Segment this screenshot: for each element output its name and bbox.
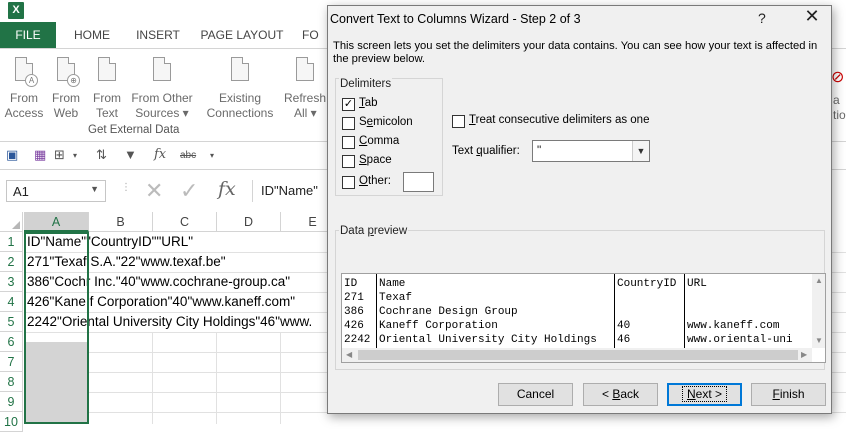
delimiters-legend: Delimiters	[339, 78, 393, 90]
access-file-icon: A	[9, 55, 39, 89]
name-box[interactable]: A1 ▼	[6, 180, 106, 202]
preview-vertical-scrollbar[interactable]: ▲ ▼	[812, 274, 825, 348]
close-icon[interactable]: ✕	[799, 6, 825, 27]
get-external-data-label: Get External Data	[88, 124, 180, 136]
other-checkbox[interactable]	[342, 176, 355, 189]
save-icon[interactable]: ▣	[6, 147, 18, 163]
row-header-10[interactable]: 10	[0, 412, 23, 432]
from-web-button[interactable]: ⊕ From Web	[48, 55, 84, 121]
text-qualifier-label: Text qualifier:	[452, 145, 520, 157]
confirm-entry-icon[interactable]: ✓	[180, 178, 198, 204]
tab-home[interactable]: HOME	[66, 22, 118, 48]
dialog-title: Convert Text to Columns Wizard - Step 2 …	[330, 12, 581, 26]
help-icon[interactable]: ?	[758, 10, 766, 26]
row-header-3[interactable]: 3	[0, 272, 23, 292]
filter-icon[interactable]: ▼	[124, 147, 137, 162]
cancel-button[interactable]: Cancel	[498, 383, 573, 406]
function-icon[interactable]: fx	[154, 147, 166, 162]
preview-cell: Texaf	[379, 292, 413, 304]
refresh-all-button[interactable]: Refresh All ▾	[284, 55, 328, 121]
row-header-8[interactable]: 8	[0, 372, 23, 392]
preview-cell: 426	[344, 320, 364, 332]
scroll-down-icon[interactable]: ▼	[815, 336, 823, 345]
next-button[interactable]: Next >	[667, 383, 742, 406]
preview-cell: www.oriental-uni	[687, 334, 793, 346]
consecutive-delimiters-checkbox[interactable]	[452, 115, 465, 128]
existing-connections-button[interactable]: Existing Connections	[204, 55, 276, 121]
from-access-button[interactable]: A From Access	[4, 55, 44, 121]
preview-cell: CountryID	[617, 278, 677, 290]
row-header-6[interactable]: 6	[0, 332, 23, 352]
insert-function-icon[interactable]: fx	[218, 178, 236, 200]
preview-cell: URL	[687, 278, 707, 290]
preview-cell: Cochrane Design Group	[379, 306, 518, 318]
drag-handle-icon[interactable]: ⋮	[121, 182, 131, 193]
row-header-4[interactable]: 4	[0, 292, 23, 312]
preview-cell: 386	[344, 306, 364, 318]
clear-filter-icon[interactable]: ⊘	[831, 67, 844, 87]
strikethrough-icon[interactable]: abc	[180, 150, 196, 161]
chevron-down-icon[interactable]: ▼	[632, 141, 649, 161]
col-header-c[interactable]: C	[153, 212, 217, 232]
convert-text-to-columns-dialog: Convert Text to Columns Wizard - Step 2 …	[327, 5, 832, 414]
data-preview-table[interactable]: ID Name CountryID URL 271 Texaf 386 Coch…	[341, 273, 826, 363]
row-header-7[interactable]: 7	[0, 352, 23, 372]
tab-insert[interactable]: INSERT	[132, 22, 184, 48]
from-text-button[interactable]: From Text	[90, 55, 124, 121]
other-sources-icon	[147, 55, 177, 89]
preview-cell: 40	[617, 320, 631, 332]
preview-cell: www.kaneff.com	[687, 320, 780, 332]
col-header-b[interactable]: B	[89, 212, 153, 232]
excel-logo-icon: X	[8, 2, 24, 19]
scroll-left-icon[interactable]: ◀	[346, 350, 352, 359]
tab-formulas[interactable]: FO	[302, 22, 326, 48]
preview-cell: Kaneff Corporation	[379, 320, 498, 332]
other-delimiter-input[interactable]	[403, 172, 434, 192]
row-header-2[interactable]: 2	[0, 252, 23, 272]
connections-icon	[225, 55, 255, 89]
semicolon-checkbox[interactable]	[342, 117, 355, 130]
scroll-right-icon[interactable]: ▶	[801, 350, 807, 359]
row-header-1[interactable]: 1	[0, 232, 23, 252]
col-header-a[interactable]: A	[24, 212, 89, 232]
tab-checkbox[interactable]: ✓	[342, 98, 355, 111]
comma-checkbox[interactable]	[342, 136, 355, 149]
chevron-down-icon[interactable]: ▾	[73, 151, 77, 160]
preview-cell: 2242	[344, 334, 371, 346]
tab-file[interactable]: FILE	[0, 22, 56, 48]
select-all-corner[interactable]	[0, 212, 23, 232]
table-icon[interactable]: ⊞	[54, 147, 65, 163]
text-file-icon	[92, 55, 122, 89]
text-qualifier-select[interactable]: " ▼	[532, 140, 650, 162]
data-preview-legend: Data preview	[339, 225, 409, 237]
column-a-selection-border	[24, 232, 89, 424]
web-file-icon: ⊕	[51, 55, 81, 89]
customize-qat-icon[interactable]: ▾	[210, 151, 214, 160]
save-as-icon[interactable]: ▦	[34, 147, 46, 163]
horizontal-scroll-thumb[interactable]	[358, 350, 798, 360]
preview-cell: Oriental University City Holdings	[379, 334, 597, 346]
refresh-icon	[290, 55, 320, 89]
from-other-sources-button[interactable]: From Other Sources ▾	[129, 55, 195, 121]
preview-cell: 271	[344, 292, 364, 304]
sort-icon[interactable]: ⇅	[96, 147, 107, 163]
col-header-d[interactable]: D	[217, 212, 281, 232]
preview-cell: Name	[379, 278, 406, 290]
back-button[interactable]: < Back	[583, 383, 658, 406]
cancel-entry-icon[interactable]: ✕	[145, 178, 163, 204]
row-header-9[interactable]: 9	[0, 392, 23, 412]
row-header-5[interactable]: 5	[0, 312, 23, 332]
dialog-instructions: This screen lets you set the delimiters …	[333, 40, 818, 65]
tab-page-layout[interactable]: PAGE LAYOUT	[198, 22, 286, 48]
scroll-up-icon[interactable]: ▲	[815, 276, 823, 285]
preview-cell: 46	[617, 334, 631, 346]
finish-button[interactable]: Finish	[751, 383, 826, 406]
chevron-down-icon[interactable]: ▼	[90, 184, 99, 194]
preview-cell: ID	[344, 278, 358, 290]
space-checkbox[interactable]	[342, 155, 355, 168]
preview-horizontal-scrollbar[interactable]: ◀ ▶	[342, 348, 812, 362]
